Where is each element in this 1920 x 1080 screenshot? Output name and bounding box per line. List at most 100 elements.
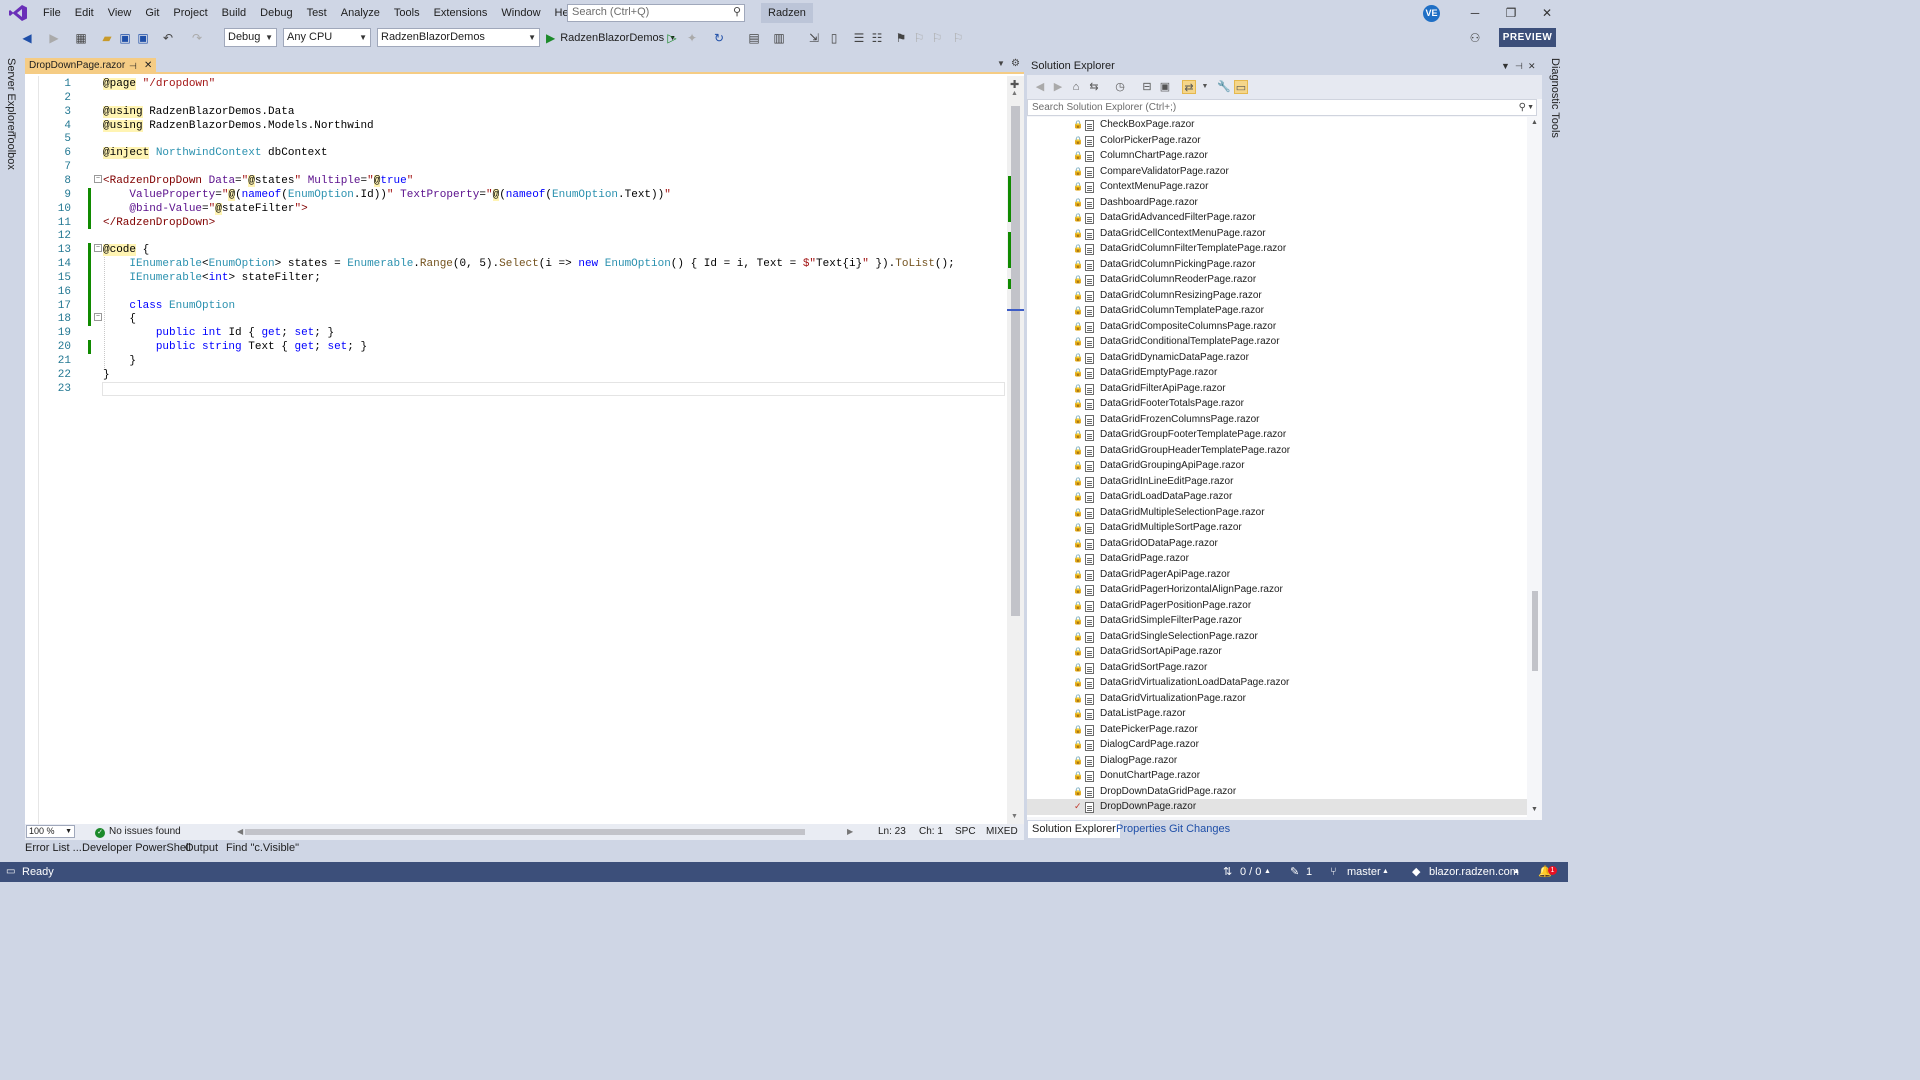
scrollbar-thumb[interactable] (1011, 106, 1020, 616)
chevron-up-icon[interactable]: ▲ (1382, 862, 1389, 882)
restore-icon[interactable]: ❐ (1496, 3, 1526, 23)
save-all-icon[interactable]: ▣ (135, 30, 151, 46)
next-bookmark-icon[interactable]: ⚐ (929, 30, 945, 46)
live-share-icon[interactable]: ⚇ (1467, 30, 1483, 46)
tree-file-item[interactable]: 🔒 DataGridDynamicDataPage.razor (1027, 350, 1527, 366)
tree-file-item[interactable]: 🔒 DataGridAdvancedFilterPage.razor (1027, 210, 1527, 226)
columns-icon[interactable]: ▯ (826, 30, 842, 46)
scroll-down-icon[interactable]: ▼ (1531, 806, 1538, 813)
tree-file-item[interactable]: 🔒 DatePickerPage.razor (1027, 722, 1527, 738)
pin-icon[interactable]: ⊣ (129, 58, 137, 74)
tab-solution-explorer[interactable]: Solution Explorer (1028, 821, 1120, 838)
clear-bookmarks-icon[interactable]: ⚐ (950, 30, 966, 46)
back-icon[interactable]: ◀ (19, 30, 35, 46)
solution-search-input[interactable]: Search Solution Explorer (Ctrl+;) ⚲ ▼ (1027, 99, 1537, 116)
document-tab[interactable]: DropDownPage.razor ⊣ ✕ (25, 58, 156, 74)
menu-test[interactable]: Test (300, 0, 334, 26)
menu-tools[interactable]: Tools (387, 0, 427, 26)
code-line[interactable]: 13 @code { (25, 243, 1005, 257)
bookmark-icon[interactable]: ⚑ (893, 30, 909, 46)
code-line[interactable]: 2 (25, 91, 1005, 105)
whitespace-indicator[interactable]: SPC (955, 824, 976, 840)
tree-file-item[interactable]: 🔒 DataGridPagerApiPage.razor (1027, 567, 1527, 583)
code-line[interactable]: 6 @inject NorthwindContext dbContext (25, 146, 1005, 160)
step-icon[interactable]: ⇲ (806, 30, 822, 46)
code-line[interactable]: 4 @using RadzenBlazorDemos.Models.Northwi… (25, 119, 1005, 133)
menu-window[interactable]: Window (494, 0, 547, 26)
undo-icon[interactable]: ↶ (160, 30, 176, 46)
tree-file-item[interactable]: 🔒 DataGridMultipleSelectionPage.razor (1027, 505, 1527, 521)
search-input[interactable]: Search (Ctrl+Q) ⚲ (567, 4, 745, 22)
tree-file-item[interactable]: 🔒 DataGridGroupingApiPage.razor (1027, 458, 1527, 474)
tree-file-item[interactable]: 🔒 DataGridCellContextMenuPage.razor (1027, 226, 1527, 242)
chevron-down-icon[interactable]: ▼ (1527, 100, 1534, 115)
code-line[interactable]: 22} (25, 368, 1005, 382)
tree-file-item[interactable]: 🔒 DataGridODataPage.razor (1027, 536, 1527, 552)
scrollbar-thumb[interactable] (1532, 591, 1538, 671)
tree-file-item[interactable]: 🔒 DataGridVirtualizationPage.razor (1027, 691, 1527, 707)
chevron-down-icon[interactable]: ▼ (997, 59, 1005, 68)
issues-indicator[interactable]: ✓ No issues found (95, 824, 181, 840)
tree-file-item[interactable]: 🔒 DialogPage.razor (1027, 753, 1527, 769)
changes-count[interactable]: 0 / 0 (1240, 862, 1261, 882)
scrollbar-thumb[interactable] (245, 829, 805, 835)
code-line[interactable]: 14 IEnumerable<EnumOption> states = Enum… (25, 257, 1005, 271)
show-all-files-icon[interactable]: ▣ (1158, 80, 1172, 94)
scroll-down-icon[interactable]: ▼ (1011, 813, 1018, 820)
minimize-icon[interactable]: ─ (1460, 3, 1490, 23)
preview-selected-items-icon[interactable]: ▭ (1234, 80, 1248, 94)
code-line[interactable]: 3 @using RadzenBlazorDemos.Data (25, 105, 1005, 119)
fold-toggle-icon[interactable]: − (94, 174, 102, 183)
tree-file-item[interactable]: ✓ DropDownPage.razor (1027, 799, 1527, 815)
editor-vertical-scrollbar[interactable]: ✚ ▲ ▼ (1007, 76, 1024, 824)
preview-button[interactable]: PREVIEW (1499, 28, 1556, 47)
line-ending-indicator[interactable]: MIXED (986, 824, 1018, 840)
scroll-up-icon[interactable]: ▲ (1531, 119, 1538, 126)
code-line[interactable]: 11 </RadzenDropDown> (25, 216, 1005, 230)
tree-file-item[interactable]: 🔒 DataGridSortPage.razor (1027, 660, 1527, 676)
code-text-area[interactable]: 1 @page "/dropdown" 2 3 @using RadzenBlazorD… (25, 76, 1010, 824)
tree-file-item[interactable]: 🔒 DataGridInLineEditPage.razor (1027, 474, 1527, 490)
close-icon[interactable]: ✕ (1528, 58, 1536, 75)
tree-file-item[interactable]: 🔒 DataGridSortApiPage.razor (1027, 644, 1527, 660)
scroll-left-icon[interactable]: ◀ (237, 824, 243, 840)
prev-bookmark-icon[interactable]: ⚐ (911, 30, 927, 46)
code-line[interactable]: 19 public int Id { get; set; } (25, 326, 1005, 340)
collapse-all-icon[interactable]: ⊟ (1140, 80, 1154, 94)
branch-name[interactable]: master (1347, 862, 1381, 882)
tree-file-item[interactable]: 🔒 DataGridSingleSelectionPage.razor (1027, 629, 1527, 645)
code-line[interactable]: 1 @page "/dropdown" (25, 77, 1005, 91)
line-indicator[interactable]: Ln: 23 (878, 824, 906, 840)
chevron-down-icon[interactable]: ▼ (1198, 80, 1212, 94)
tree-file-item[interactable]: 🔒 CompareValidatorPage.razor (1027, 164, 1527, 180)
code-line[interactable]: 17 class EnumOption (25, 299, 1005, 313)
menu-analyze[interactable]: Analyze (334, 0, 387, 26)
code-line[interactable]: 9 ValueProperty="@(nameof(EnumOption.Id)… (25, 188, 1005, 202)
menu-debug[interactable]: Debug (253, 0, 299, 26)
tree-file-item[interactable]: 🔒 DataGridPage.razor (1027, 551, 1527, 567)
code-line[interactable]: 7 (25, 160, 1005, 174)
layout-icon[interactable]: ▥ (771, 30, 787, 46)
run-button[interactable]: ▶ RadzenBlazorDemos ▼ (546, 29, 676, 47)
toolbox-tab[interactable]: Toolbox (5, 132, 17, 170)
chevron-down-icon[interactable]: ▼ (1501, 58, 1510, 75)
tree-file-item[interactable]: 🔒 DataGridColumnPickingPage.razor (1027, 257, 1527, 273)
chevron-up-icon[interactable]: ▲ (1264, 862, 1271, 882)
tree-file-item[interactable]: 🔒 DataGridEmptyPage.razor (1027, 365, 1527, 381)
tree-file-item[interactable]: 🔒 DropDownDataGridPage.razor (1027, 784, 1527, 800)
tree-file-item[interactable]: 🔒 DataGridGroupFooterTemplatePage.razor (1027, 427, 1527, 443)
menu-extensions[interactable]: Extensions (427, 0, 495, 26)
close-icon[interactable]: ✕ (1532, 3, 1562, 23)
tab-properties[interactable]: Properties (1112, 821, 1170, 838)
tree-file-item[interactable]: 🔒 DataGridColumnReoderPage.razor (1027, 272, 1527, 288)
code-line[interactable]: 10 @bind-Value="@stateFilter"> (25, 202, 1005, 216)
editor-horizontal-scrollbar[interactable]: ◀ ▶ (237, 827, 857, 836)
gear-icon[interactable]: ⚙ (1011, 58, 1020, 69)
tree-file-item[interactable]: 🔒 DialogCardPage.razor (1027, 737, 1527, 753)
startup-project-select[interactable]: RadzenBlazorDemos ▼ (377, 28, 540, 47)
refresh-icon[interactable]: ↻ (711, 30, 727, 46)
tab-find-results[interactable]: Find "c.Visible" (221, 840, 304, 856)
indent-icon[interactable]: ☰ (851, 30, 867, 46)
tree-file-item[interactable]: 🔒 ContextMenuPage.razor (1027, 179, 1527, 195)
repository-name[interactable]: blazor.radzen.com (1429, 862, 1519, 882)
